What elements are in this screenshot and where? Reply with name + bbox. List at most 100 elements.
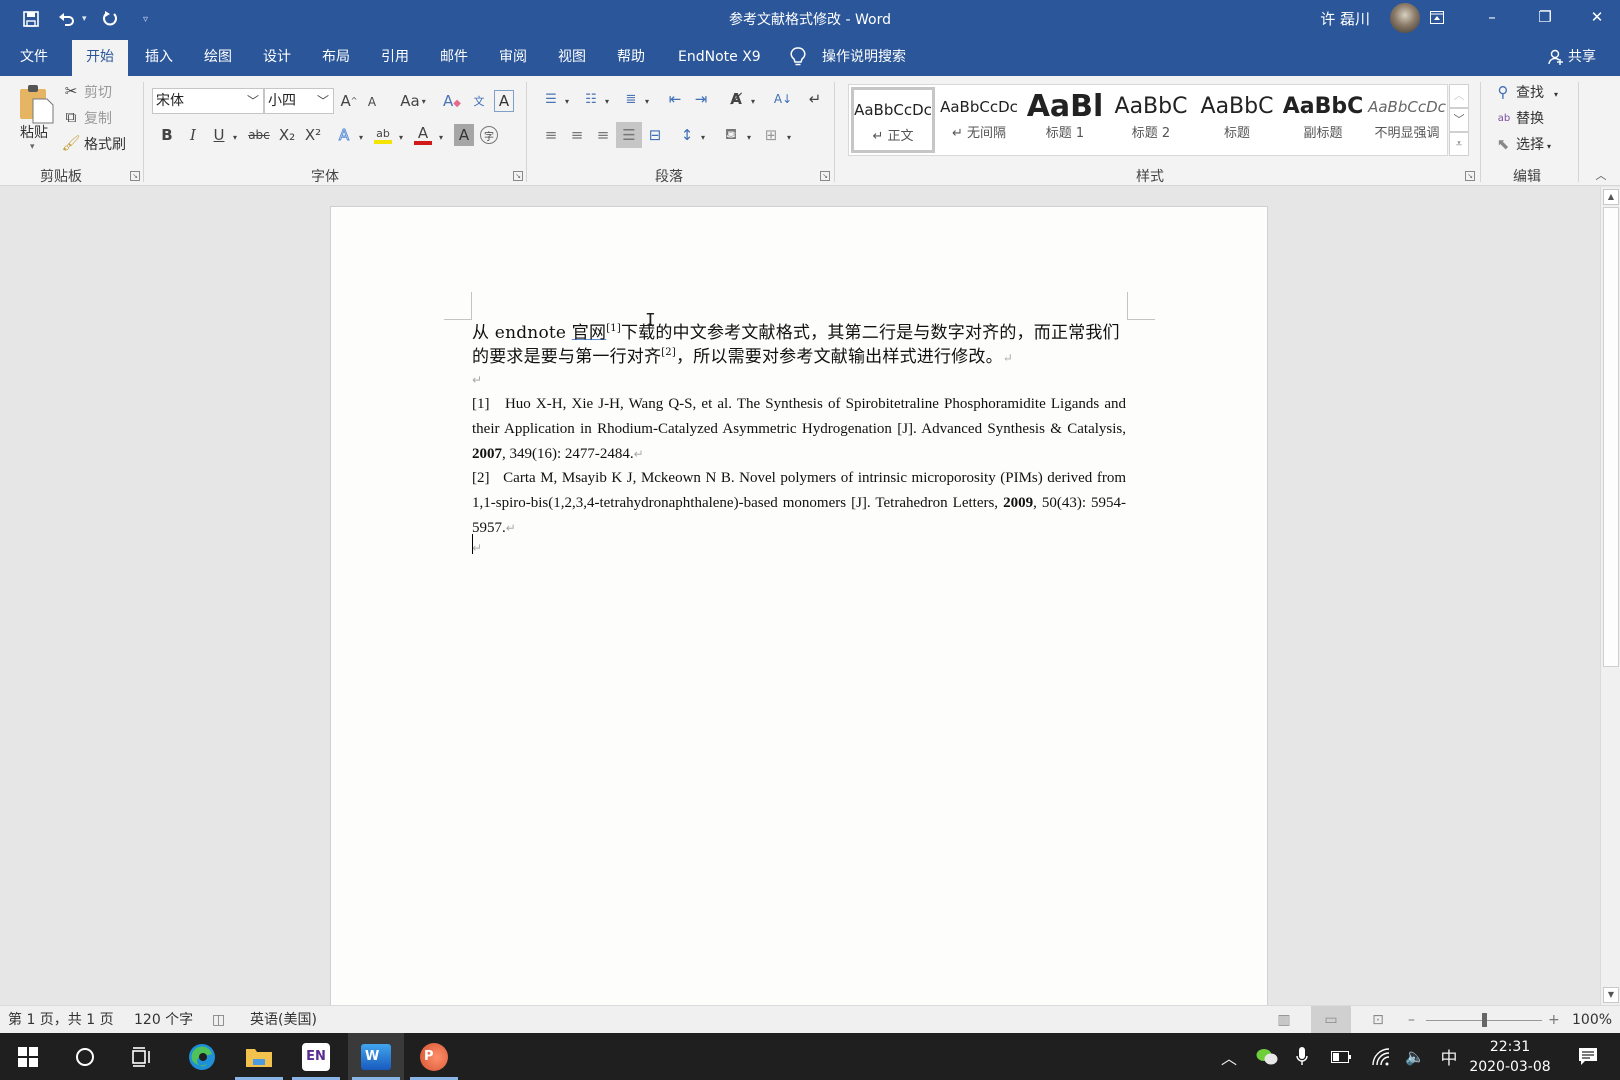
print-layout-button[interactable]: ▭: [1311, 1006, 1351, 1034]
paste-dropdown-icon[interactable]: ▾: [30, 142, 35, 152]
shading-dropdown-icon[interactable]: ▾: [744, 126, 754, 148]
share-button[interactable]: 共享: [1548, 38, 1596, 76]
citation-link[interactable]: 官网: [572, 323, 606, 343]
task-view-button[interactable]: [114, 1033, 170, 1080]
increase-indent-button[interactable]: ⇥: [690, 88, 712, 110]
wechat-tray-icon[interactable]: [1252, 1033, 1282, 1080]
styles-launcher-icon[interactable]: ↘: [1465, 171, 1475, 181]
align-right-button[interactable]: ≡: [592, 124, 614, 146]
numbering-button[interactable]: ☷: [580, 88, 602, 110]
decrease-indent-button[interactable]: ⇤: [664, 88, 686, 110]
document-page[interactable]: 从 endnote 官网[1]下载的中文参考文献格式，其第二行是与数字对齐的，而…: [330, 206, 1268, 1005]
taskbar-app-endnote[interactable]: EN: [288, 1033, 344, 1080]
italic-button[interactable]: I: [184, 124, 202, 146]
paste-button[interactable]: [16, 82, 56, 126]
style-subtle-emphasis[interactable]: AaBbCcDc 不明显强调: [1365, 87, 1449, 153]
empty-paragraph[interactable]: ↵: [472, 537, 1126, 556]
bullets-button[interactable]: ☰: [540, 88, 562, 110]
input-method-indicator[interactable]: 中: [1434, 1033, 1464, 1080]
styles-more-button[interactable]: ⩡: [1449, 132, 1469, 156]
superscript-button[interactable]: X²: [302, 124, 324, 146]
replace-button[interactable]: 替换: [1516, 108, 1544, 128]
close-button[interactable]: ✕: [1574, 0, 1620, 34]
tab-design[interactable]: 设计: [249, 38, 305, 76]
proofing-icon[interactable]: ◫: [212, 1006, 225, 1034]
collapse-ribbon-button[interactable]: ︿: [1592, 168, 1610, 182]
undo-dropdown-icon[interactable]: ▾: [82, 14, 87, 24]
bold-button[interactable]: B: [158, 124, 176, 146]
tab-help[interactable]: 帮助: [603, 38, 659, 76]
restore-button[interactable]: ❐: [1522, 0, 1568, 34]
multilevel-list-button[interactable]: ≣: [620, 88, 642, 110]
vertical-scrollbar[interactable]: ▲ ▼: [1600, 187, 1620, 1005]
taskbar-clock[interactable]: 22:31 2020-03-08: [1468, 1037, 1552, 1077]
enclose-characters-button[interactable]: 字: [480, 126, 498, 144]
font-launcher-icon[interactable]: ↘: [513, 171, 523, 181]
tab-home[interactable]: 开始: [72, 40, 128, 76]
sort-button[interactable]: A↓: [772, 88, 794, 110]
format-painter-button[interactable]: 格式刷: [84, 134, 126, 154]
asian-layout-dropdown-icon[interactable]: ▾: [748, 90, 758, 112]
web-layout-button[interactable]: ⊡: [1358, 1006, 1398, 1034]
line-spacing-button[interactable]: ↕: [676, 124, 698, 146]
intro-paragraph[interactable]: 从 endnote 官网[1]下载的中文参考文献格式，其第二行是与数字对齐的，而…: [472, 321, 1126, 370]
network-tray-icon[interactable]: [1366, 1033, 1396, 1080]
read-mode-button[interactable]: ▥: [1264, 1006, 1304, 1034]
search-button[interactable]: [57, 1033, 113, 1080]
grow-font-button[interactable]: A ^: [340, 90, 358, 112]
zoom-in-button[interactable]: +: [1548, 1006, 1560, 1034]
tab-references[interactable]: 引用: [367, 38, 423, 76]
find-button[interactable]: 查找 ▾: [1516, 82, 1558, 102]
strikethrough-button[interactable]: abc: [246, 124, 272, 146]
clear-formatting-button[interactable]: A◆: [442, 90, 462, 112]
paste-label[interactable]: 粘贴: [20, 122, 48, 142]
microphone-tray-icon[interactable]: [1290, 1033, 1314, 1080]
taskbar-app-edge[interactable]: [174, 1033, 230, 1080]
save-button[interactable]: [18, 6, 44, 32]
style-heading-2[interactable]: AaBbC 标题 2: [1109, 87, 1193, 153]
taskbar-app-file-explorer[interactable]: [231, 1033, 287, 1080]
borders-dropdown-icon[interactable]: ▾: [784, 126, 794, 148]
chevron-down-icon[interactable]: ﹀: [317, 89, 329, 113]
volume-tray-icon[interactable]: 🔈: [1400, 1033, 1430, 1080]
shrink-font-button[interactable]: A: [364, 92, 380, 112]
tab-view[interactable]: 视图: [544, 38, 600, 76]
font-size-combo[interactable]: 小四 ﹀: [264, 88, 334, 114]
ribbon-display-options-button[interactable]: [1414, 0, 1460, 34]
shading-button[interactable]: ⛾: [720, 124, 742, 146]
bullets-dropdown-icon[interactable]: ▾: [562, 90, 572, 112]
scroll-thumb[interactable]: [1603, 207, 1619, 667]
styles-scroll-down-button[interactable]: ﹀: [1449, 108, 1469, 132]
tab-insert[interactable]: 插入: [131, 38, 187, 76]
multilevel-dropdown-icon[interactable]: ▾: [642, 90, 652, 112]
start-button[interactable]: [0, 1033, 56, 1080]
change-case-button[interactable]: Aa ▾: [396, 90, 430, 112]
scroll-down-button[interactable]: ▼: [1603, 987, 1619, 1003]
tab-review[interactable]: 审阅: [485, 38, 541, 76]
asian-layout-button[interactable]: Ⱥ: [724, 88, 748, 110]
font-color-dropdown-icon[interactable]: ▾: [436, 126, 446, 148]
customize-qat-button[interactable]: ▿: [133, 6, 159, 32]
citation-marker[interactable]: [1]: [606, 323, 621, 334]
numbering-dropdown-icon[interactable]: ▾: [602, 90, 612, 112]
style-title[interactable]: AaBbC 标题: [1195, 87, 1279, 153]
distributed-button[interactable]: ⊟: [644, 124, 666, 146]
minimize-button[interactable]: –: [1469, 0, 1515, 34]
user-name[interactable]: 许 磊川: [1320, 8, 1370, 29]
reference-entry[interactable]: [1] Huo X-H, Xie J-H, Wang Q-S, et al. T…: [472, 392, 1126, 467]
redo-button[interactable]: [97, 6, 123, 32]
style-subtitle[interactable]: AaBbC 副标题: [1281, 87, 1365, 153]
language-indicator[interactable]: 英语(美国): [250, 1006, 317, 1034]
taskbar-app-powerpoint[interactable]: P: [406, 1033, 462, 1080]
text-effects-dropdown-icon[interactable]: ▾: [356, 126, 366, 148]
font-name-combo[interactable]: 宋体 ﹀: [152, 88, 264, 114]
align-left-button[interactable]: ≡: [540, 124, 562, 146]
underline-button[interactable]: U: [210, 124, 228, 146]
tab-draw[interactable]: 绘图: [190, 38, 246, 76]
tell-me-search[interactable]: 操作说明搜索: [822, 38, 906, 76]
zoom-level[interactable]: 100%: [1572, 1006, 1612, 1034]
underline-dropdown-icon[interactable]: ▾: [230, 126, 240, 148]
highlight-button[interactable]: ab: [372, 122, 394, 148]
chevron-down-icon[interactable]: ﹀: [247, 89, 259, 113]
reference-entry[interactable]: [2] Carta M, Msayib K J, Mckeown N B. No…: [472, 466, 1126, 541]
